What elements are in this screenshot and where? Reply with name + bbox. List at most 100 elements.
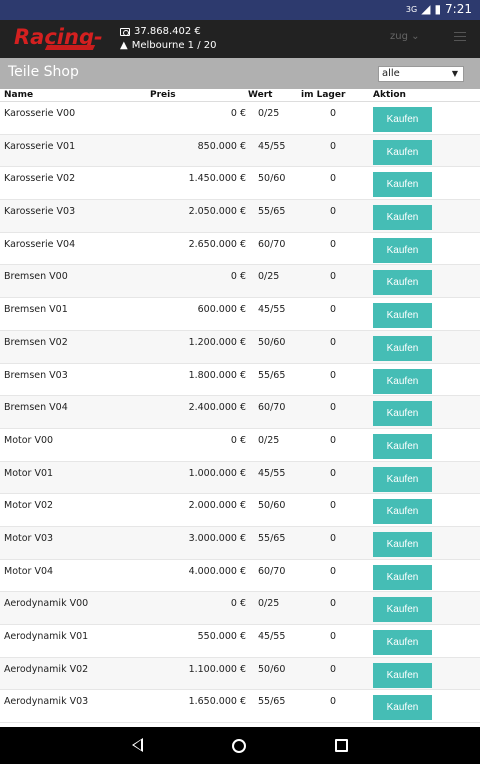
part-name: Bremsen V01 (4, 304, 68, 316)
part-stock: 0 (330, 140, 337, 152)
buy-button[interactable]: Kaufen (373, 303, 432, 329)
table-row: Karosserie V02 1.450.000 € 50/60 0 Kaufen (0, 167, 480, 201)
part-value: 45/55 (258, 140, 286, 152)
buy-button[interactable]: Kaufen (373, 237, 432, 263)
status-time: 7:21 (445, 2, 472, 16)
buy-button[interactable]: Kaufen (373, 630, 432, 655)
home-icon[interactable] (232, 739, 246, 753)
buy-button[interactable]: Kaufen (373, 368, 432, 394)
table-header: Name Preis Wert im Lager Aktion (0, 89, 480, 102)
part-price: 1.650.000 € (188, 696, 246, 708)
buy-button[interactable]: Kaufen (373, 499, 432, 525)
buy-button[interactable]: Kaufen (373, 205, 432, 231)
part-price: 1.450.000 € (188, 173, 246, 185)
back-icon[interactable] (132, 738, 143, 752)
part-value: 50/60 (258, 336, 286, 348)
buy-button[interactable]: Kaufen (373, 401, 432, 427)
part-price: 1.100.000 € (188, 663, 246, 675)
part-price: 850.000 € (197, 140, 246, 152)
part-name: Karosserie V01 (4, 140, 76, 152)
header-wert: Wert (248, 90, 273, 100)
hamburger-menu-icon[interactable] (454, 32, 466, 42)
part-price: 550.000 € (197, 631, 246, 642)
table-row: Karosserie V01 850.000 € 45/55 0 Kaufen (0, 134, 480, 168)
part-name: Motor V03 (4, 532, 54, 544)
part-name: Motor V01 (4, 467, 54, 479)
buy-button[interactable]: Kaufen (373, 531, 432, 557)
part-value: 45/55 (258, 467, 286, 479)
part-stock: 0 (330, 467, 337, 479)
part-value: 55/65 (258, 206, 286, 218)
part-value: 50/60 (258, 500, 286, 512)
part-name: Motor V04 (4, 565, 54, 577)
part-price: 1.800.000 € (188, 369, 246, 381)
part-price: 1.000.000 € (188, 467, 246, 479)
part-value: 45/55 (258, 631, 286, 642)
part-stock: 0 (330, 532, 337, 544)
part-stock: 0 (330, 631, 337, 642)
part-name: Karosserie V02 (4, 173, 76, 185)
buy-button[interactable]: Kaufen (373, 172, 432, 198)
part-name: Motor V02 (4, 500, 54, 512)
buy-button[interactable]: Kaufen (373, 270, 432, 296)
part-price: 0 € (230, 108, 246, 119)
money-value: 37.868.402 € (134, 26, 201, 37)
part-name: Karosserie V00 (4, 108, 76, 119)
buy-button[interactable]: Kaufen (373, 335, 432, 361)
header-lager: im Lager (301, 90, 346, 100)
table-row: Bremsen V01 600.000 € 45/55 0 Kaufen (0, 298, 480, 331)
filter-select[interactable]: alle ▼ (378, 66, 464, 82)
part-name: Bremsen V04 (4, 402, 68, 414)
zug-dropdown[interactable]: zug ⌄ (390, 31, 420, 42)
part-stock: 0 (330, 663, 337, 675)
part-price: 0 € (230, 271, 246, 283)
part-price: 3.000.000 € (188, 532, 246, 544)
app-header: Racing- 37.868.402 € ▲ Melbourne 1 / 20 … (0, 20, 480, 58)
road-icon: ▲ (120, 40, 128, 51)
part-value: 0/25 (258, 434, 280, 446)
table-row: Karosserie V00 0 € 0/25 0 Kaufen (0, 102, 480, 135)
part-name: Bremsen V00 (4, 271, 68, 283)
part-stock: 0 (330, 108, 337, 119)
part-name: Bremsen V02 (4, 336, 68, 348)
part-stock: 0 (330, 206, 337, 218)
filter-value: alle (382, 68, 400, 79)
part-name: Aerodynamik V03 (4, 696, 89, 708)
part-stock: 0 (330, 402, 337, 414)
header-name: Name (4, 90, 34, 100)
part-value: 60/70 (258, 402, 286, 414)
table-row: Aerodynamik V02 1.100.000 € 50/60 0 Kaufen (0, 657, 480, 691)
buy-button[interactable]: Kaufen (373, 564, 432, 590)
table-row: Aerodynamik V01 550.000 € 45/55 0 Kaufen (0, 625, 480, 658)
part-price: 1.200.000 € (188, 336, 246, 348)
part-price: 600.000 € (197, 304, 246, 316)
part-price: 4.000.000 € (188, 565, 246, 577)
part-name: Motor V00 (4, 434, 54, 446)
part-value: 55/65 (258, 532, 286, 544)
table-row: Bremsen V04 2.400.000 € 60/70 0 Kaufen (0, 396, 480, 429)
recent-apps-icon[interactable] (335, 739, 348, 752)
dropdown-arrow-icon: ▼ (451, 69, 458, 78)
buy-button[interactable]: Kaufen (373, 107, 432, 132)
buy-button[interactable]: Kaufen (373, 466, 432, 492)
signal-icon: ◢ (421, 2, 431, 16)
buy-button[interactable]: Kaufen (373, 695, 432, 721)
part-price: 2.650.000 € (188, 238, 246, 250)
buy-button[interactable]: Kaufen (373, 662, 432, 688)
part-stock: 0 (330, 173, 337, 185)
buy-button[interactable]: Kaufen (373, 597, 432, 623)
buy-button[interactable]: Kaufen (373, 139, 432, 165)
part-stock: 0 (330, 500, 337, 512)
part-name: Aerodynamik V01 (4, 631, 89, 642)
part-stock: 0 (330, 336, 337, 348)
part-name: Aerodynamik V02 (4, 663, 89, 675)
buy-button[interactable]: Kaufen (373, 433, 432, 459)
header-aktion: Aktion (373, 90, 406, 100)
location-value: Melbourne 1 / 20 (131, 40, 217, 51)
table-row: Aerodynamik V00 0 € 0/25 0 Kaufen (0, 592, 480, 625)
part-value: 60/70 (258, 238, 286, 250)
table-row: Aerodynamik V03 1.650.000 € 55/65 0 Kaufen (0, 690, 480, 724)
table-row: Karosserie V04 2.650.000 € 60/70 0 Kaufen (0, 233, 480, 266)
table-row: Bremsen V00 0 € 0/25 0 Kaufen (0, 265, 480, 299)
part-value: 55/65 (258, 369, 286, 381)
